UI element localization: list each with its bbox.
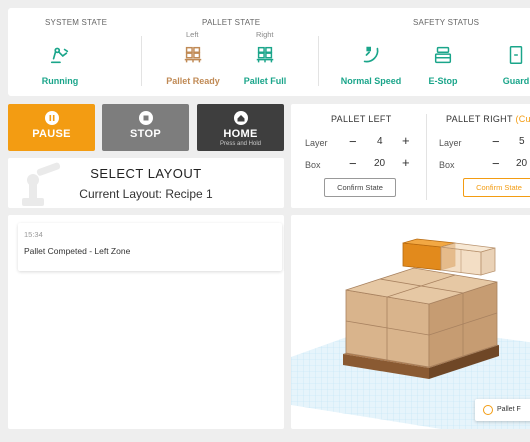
pallet-right-box-label: Box bbox=[439, 160, 455, 170]
pallet-state-title: PALLET STATE bbox=[202, 18, 261, 27]
view-target-icon bbox=[483, 405, 493, 415]
speed-gauge-icon bbox=[363, 46, 379, 63]
pallet-counters-card: PALLET LEFT Layer − 4 + Box − 20 + Confi… bbox=[291, 104, 530, 208]
pallet-left-box-increment[interactable]: + bbox=[402, 155, 410, 170]
stop-button[interactable]: STOP bbox=[102, 104, 189, 151]
pallet-right-box-decrement[interactable]: − bbox=[492, 156, 500, 171]
stop-icon bbox=[138, 111, 153, 125]
home-icon bbox=[233, 111, 248, 125]
pallet-right-title-suffix: (Cur bbox=[515, 114, 530, 124]
system-state-title: SYSTEM STATE bbox=[45, 18, 108, 27]
pallet-right-layer-decrement[interactable]: − bbox=[492, 134, 500, 149]
pallet-view-button[interactable]: Pallet F bbox=[475, 399, 530, 421]
pause-label: PAUSE bbox=[32, 128, 71, 140]
divider bbox=[426, 114, 427, 200]
select-layout-title: SELECT LAYOUT bbox=[90, 166, 202, 181]
pallet-right-state: Pallet Full bbox=[225, 44, 305, 86]
home-button[interactable]: HOME Press and Hold bbox=[197, 104, 284, 151]
pallet-left-box-value: 20 bbox=[374, 158, 386, 169]
pallet-left-box-label: Box bbox=[305, 160, 321, 170]
select-layout-card[interactable]: SELECT LAYOUT Current Layout: Recipe 1 bbox=[8, 158, 284, 208]
pallet-left-layer-label: Layer bbox=[305, 138, 328, 148]
home-label: HOME bbox=[223, 128, 258, 140]
pallet-left-sublabel: Left bbox=[186, 30, 199, 39]
stop-label: STOP bbox=[130, 128, 161, 140]
pallet-right-title: PALLET RIGHT (Cur bbox=[446, 114, 530, 124]
guard-icon bbox=[509, 46, 523, 64]
divider bbox=[141, 36, 142, 86]
divider bbox=[318, 36, 319, 86]
log-entry: 15:34 Pallet Competed - Left Zone bbox=[18, 223, 282, 271]
pallet-stack-icon bbox=[184, 46, 202, 63]
pallet-right-title-text: PALLET RIGHT bbox=[446, 114, 513, 124]
pallet-left-layer-value: 4 bbox=[377, 136, 383, 147]
home-sublabel: Press and Hold bbox=[219, 141, 262, 147]
pallet-right-layer-label: Layer bbox=[439, 138, 462, 148]
pallet-left-layer-increment[interactable]: + bbox=[402, 133, 410, 148]
safety-speed-label: Normal Speed bbox=[340, 76, 402, 86]
system-state-running: Running bbox=[20, 44, 100, 86]
safety-normal-speed: Normal Speed bbox=[331, 44, 411, 86]
pause-button[interactable]: PAUSE bbox=[8, 104, 95, 151]
pallet-left-box-decrement[interactable]: − bbox=[349, 156, 357, 171]
pallet-right-layer-value: 5 bbox=[519, 136, 525, 147]
pause-icon bbox=[44, 111, 59, 125]
safety-guard-label: Guard bbox=[502, 76, 530, 86]
pallet-left-state: Pallet Ready bbox=[153, 44, 233, 86]
safety-estop-label: E-Stop bbox=[428, 76, 458, 86]
estop-icon bbox=[434, 46, 452, 64]
pallet-full-icon bbox=[256, 46, 274, 63]
pallet-3d-scene bbox=[291, 238, 530, 429]
pallet-left-label: Pallet Ready bbox=[166, 76, 220, 86]
pallet-right-box-value: 20 bbox=[516, 158, 528, 169]
safety-status-title: SAFETY STATUS bbox=[413, 18, 480, 27]
system-state-label: Running bbox=[41, 76, 79, 86]
log-entry-message: Pallet Competed - Left Zone bbox=[24, 246, 131, 256]
pallet-3d-view[interactable]: Pallet F bbox=[291, 215, 530, 429]
current-layout-text: Current Layout: Recipe 1 bbox=[79, 187, 213, 201]
pallet-right-confirm-button[interactable]: Confirm State bbox=[463, 178, 530, 197]
pallet-left-confirm-button[interactable]: Confirm State bbox=[324, 178, 396, 197]
pallet-left-layer-decrement[interactable]: − bbox=[349, 134, 357, 149]
safety-guard: Guard bbox=[476, 44, 530, 86]
event-log-panel: 15:34 Pallet Competed - Left Zone bbox=[8, 215, 284, 429]
pallet-view-button-label: Pallet F bbox=[497, 406, 521, 413]
status-bar: SYSTEM STATE PALLET STATE SAFETY STATUS … bbox=[8, 8, 530, 96]
robot-arm-icon bbox=[50, 47, 69, 64]
pallet-left-title: PALLET LEFT bbox=[331, 114, 392, 124]
safety-estop: E-Stop bbox=[403, 44, 483, 86]
active-box bbox=[402, 242, 442, 271]
pallet-right-label: Pallet Full bbox=[243, 76, 287, 86]
pallet-right-sublabel: Right bbox=[256, 30, 274, 39]
log-entry-time: 15:34 bbox=[24, 230, 43, 239]
